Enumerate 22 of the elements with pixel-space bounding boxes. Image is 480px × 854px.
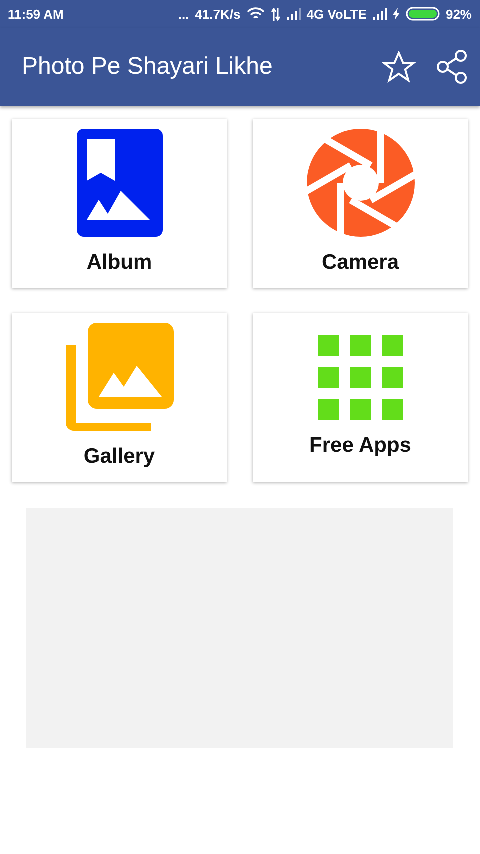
- battery-percent: 92%: [446, 6, 472, 22]
- clock: 11:59 AM: [8, 6, 64, 22]
- star-icon[interactable]: [382, 51, 416, 83]
- wifi-icon: [246, 7, 265, 21]
- network-type: 4G VoLTE: [306, 6, 367, 22]
- menu-tile[interactable]: Album: [12, 119, 227, 288]
- menu-tile[interactable]: Camera: [253, 119, 468, 288]
- data-arrows-icon: [270, 8, 281, 20]
- shutter-icon: [306, 129, 414, 237]
- menu-tile[interactable]: Gallery: [12, 313, 227, 482]
- share-icon[interactable]: [436, 50, 468, 84]
- battery-icon: [406, 7, 440, 21]
- charging-icon: [392, 8, 400, 20]
- network-speed: 41.7K/s: [195, 6, 241, 22]
- app-title: Photo Pe Shayari Likhe: [22, 53, 274, 81]
- menu-tile[interactable]: Free Apps: [253, 313, 468, 482]
- notification-dots: ...: [178, 6, 190, 22]
- album-icon: [76, 129, 162, 237]
- signal-icon: [372, 8, 387, 20]
- grid-icon: [318, 335, 403, 420]
- gallery-icon: [66, 323, 174, 431]
- signal-icon: [286, 8, 301, 20]
